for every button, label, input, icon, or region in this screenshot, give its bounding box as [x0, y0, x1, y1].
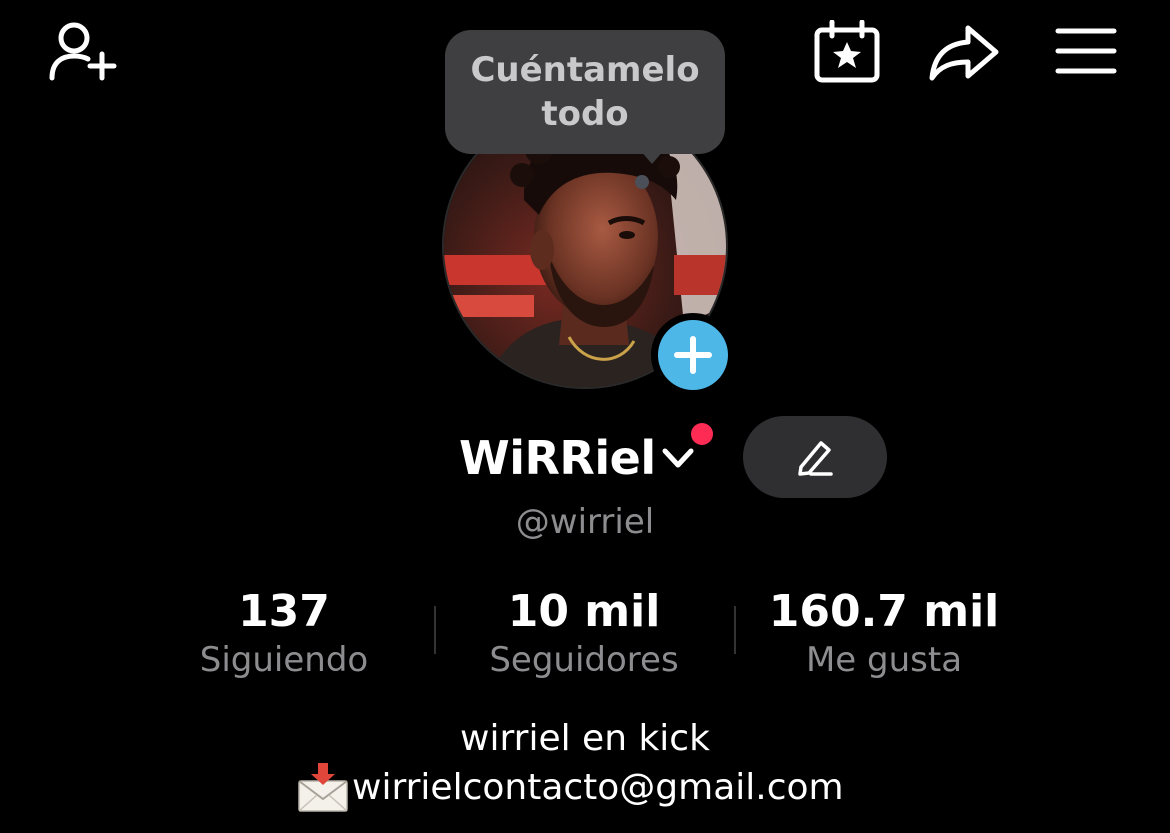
bio-email-row: wirrielcontacto@gmail.com: [296, 763, 844, 813]
stat-label: Seguidores: [489, 640, 679, 680]
notification-dot: [691, 423, 713, 445]
calendar-star-icon: [814, 20, 880, 83]
bio-email[interactable]: wirrielcontacto@gmail.com: [352, 765, 844, 811]
add-friend-icon: [49, 22, 117, 81]
share-icon: [929, 25, 999, 81]
envelope-with-arrow-icon: [298, 763, 348, 812]
stat-label: Me gusta: [805, 640, 963, 680]
stat-value: 160.7 mil: [768, 586, 1000, 637]
display-name: WiRRiel: [459, 431, 656, 485]
tooltip-line-2: todo: [541, 94, 629, 134]
stat-value: 137: [238, 586, 330, 637]
menu-button[interactable]: [1054, 26, 1118, 76]
add-story-button[interactable]: [651, 313, 735, 397]
chevron-down-icon: [662, 448, 694, 468]
edit-profile-button[interactable]: [743, 416, 887, 498]
stat-likes[interactable]: 160.7 mil Me gusta: [734, 584, 1034, 682]
stat-value: 10 mil: [507, 586, 661, 637]
add-story-badge: [658, 320, 728, 390]
stat-label: Siguiendo: [199, 640, 369, 680]
share-button[interactable]: [928, 22, 1002, 82]
tooltip-bubble[interactable]: Cuéntamelo todo: [445, 30, 725, 154]
add-friend-button[interactable]: [46, 18, 122, 84]
stat-followers[interactable]: 10 mil Seguidores: [434, 584, 734, 682]
bio-line: wirriel en kick: [460, 718, 710, 759]
account-switch-button[interactable]: [660, 443, 696, 473]
menu-icon: [1055, 28, 1117, 74]
username-handle: @wirriel: [515, 502, 655, 542]
plus-icon: [674, 336, 712, 374]
tooltip-anchor-dot: [635, 175, 649, 189]
tooltip-tail: [640, 150, 664, 164]
pencil-icon: [798, 441, 833, 476]
stat-following[interactable]: 137 Siguiendo: [134, 584, 434, 682]
calendar-button[interactable]: [812, 20, 882, 84]
tooltip-line-1: Cuéntamelo: [470, 50, 700, 90]
